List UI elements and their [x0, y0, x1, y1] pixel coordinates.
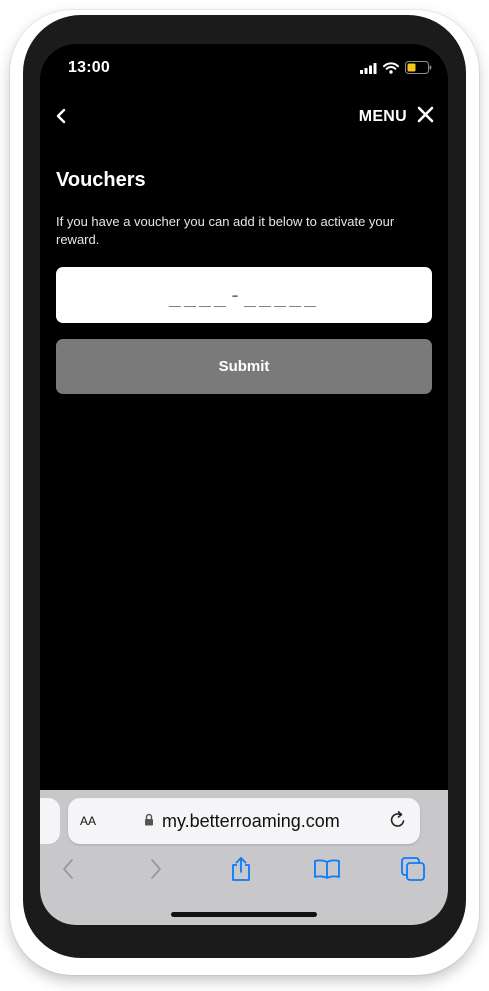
reload-icon [388, 811, 408, 834]
text-size-label: AA [80, 814, 97, 828]
previous-tab-pill[interactable] [40, 798, 60, 844]
menu-label: MENU [358, 108, 407, 125]
reload-button[interactable] [388, 810, 408, 835]
lock-icon [144, 813, 154, 831]
browser-bar: AA my.betterroaming.com [40, 790, 448, 925]
close-icon [417, 106, 434, 128]
address-bar[interactable]: AA my.betterroaming.com [68, 798, 420, 844]
page-title: Vouchers [56, 169, 146, 191]
page-description: If you have a voucher you can add it bel… [56, 214, 395, 247]
tabs-button[interactable] [396, 854, 430, 888]
back-icon [61, 858, 75, 885]
status-time: 13:00 [68, 59, 110, 76]
nav-bar: MENU [40, 102, 448, 134]
browser-forward-button[interactable] [139, 854, 173, 888]
status-bar: 13:00 [40, 44, 448, 90]
browser-back-button[interactable] [51, 854, 85, 888]
forward-icon [149, 858, 163, 885]
browser-toolbar [40, 854, 448, 888]
url-text: my.betterroaming.com [162, 811, 340, 831]
share-button[interactable] [224, 854, 258, 888]
bookmarks-button[interactable] [310, 854, 344, 888]
battery-low-icon [405, 61, 432, 79]
share-icon [230, 856, 252, 887]
bookmarks-icon [313, 858, 341, 885]
tabs-icon [400, 856, 426, 887]
url-display[interactable]: my.betterroaming.com [144, 811, 340, 832]
wifi-icon [383, 61, 399, 79]
cellular-signal-icon [360, 61, 377, 79]
back-button[interactable] [50, 106, 72, 130]
submit-button[interactable]: Submit [56, 339, 432, 394]
home-indicator[interactable] [171, 912, 317, 917]
menu-button[interactable]: MENU [359, 106, 434, 128]
chevron-left-icon [56, 108, 66, 129]
voucher-code-input[interactable] [56, 267, 432, 323]
status-icons [360, 61, 432, 79]
text-size-button[interactable]: AA [80, 810, 96, 830]
phone-screen: 13:00 MENU Vouchers If you have a vouche… [40, 44, 448, 925]
